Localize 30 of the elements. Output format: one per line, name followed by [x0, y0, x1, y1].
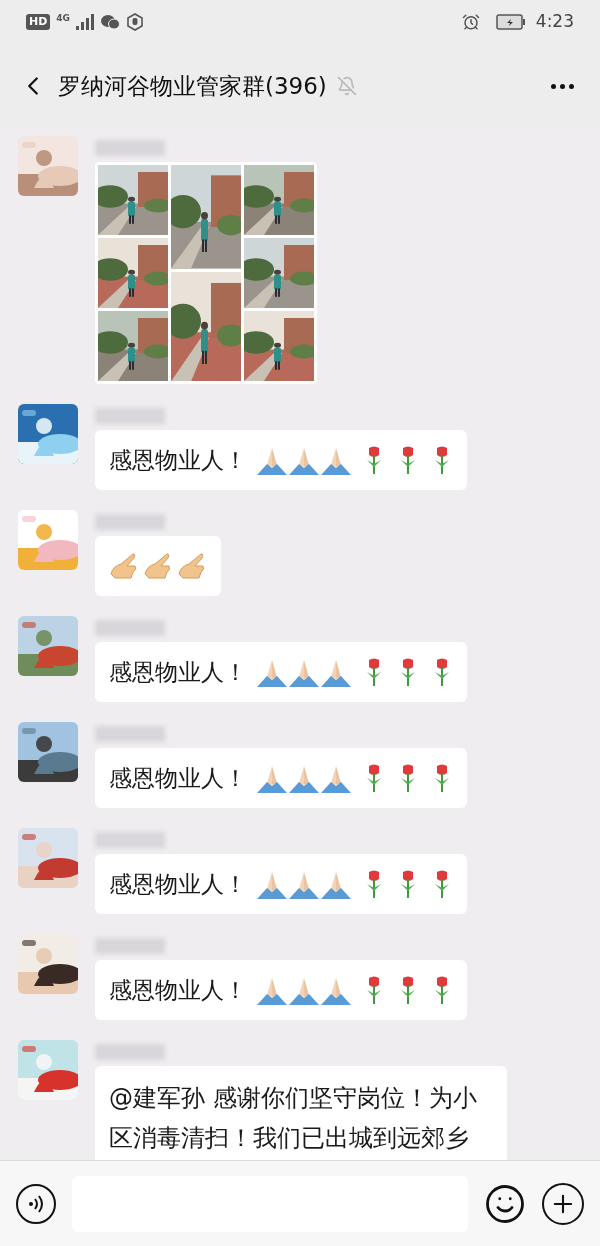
message-text: 感恩物业人！ [109, 975, 247, 1005]
message-bubble[interactable]: 感恩物业人！ [95, 960, 467, 1020]
add-button[interactable] [542, 1182, 584, 1225]
message-bubble[interactable]: @建军孙 感谢你们坚守岗位！为小区消毒清扫！我们已出城到远郊乡 [95, 1066, 507, 1160]
chat-icon [100, 14, 120, 30]
message-bubble[interactable]: 感恩物业人！ [95, 430, 467, 490]
chat-title: 罗纳河谷物业管家群(396) [58, 71, 327, 101]
message-text: 感恩物业人！ [109, 763, 247, 793]
network-label: 4G [56, 14, 70, 23]
voice-button[interactable] [16, 1183, 56, 1224]
signal-icon [76, 14, 94, 30]
battery-icon [495, 14, 526, 30]
alarm-icon [461, 13, 480, 31]
hand-icon [177, 552, 207, 580]
message-text: @建军孙 感谢你们坚守岗位！为小区消毒清扫！我们已出城到远郊乡 [109, 1083, 478, 1154]
message-text: 感恩物业人！ [109, 657, 247, 687]
photo-grid[interactable] [95, 162, 317, 384]
voice-icon [27, 1194, 45, 1213]
hand-icon [143, 552, 173, 580]
emoji-button[interactable] [484, 1182, 526, 1225]
message-text: 感恩物业人！ [109, 445, 247, 475]
emoji-icon [484, 1182, 526, 1225]
message-bubble[interactable]: 感恩物业人！ [95, 748, 467, 808]
hand-icon [109, 552, 139, 580]
hand-icon [126, 13, 144, 31]
message-bubble[interactable]: 感恩物业人！ [95, 854, 467, 914]
message-bubble[interactable]: 感恩物业人！ [95, 642, 467, 702]
hd-badge: HD [26, 14, 51, 30]
clock-time: 4:23 [535, 10, 574, 34]
message-text: 感恩物业人！ [109, 869, 247, 899]
